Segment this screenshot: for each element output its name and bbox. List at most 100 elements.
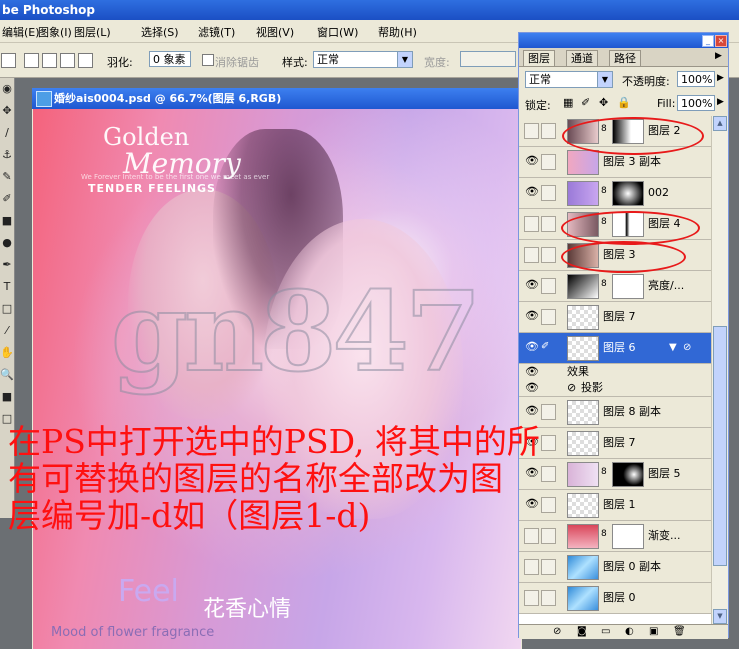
panel-menu-icon[interactable]: ▶ <box>715 51 722 61</box>
layer-thumbnail <box>567 400 599 425</box>
effect-drop-shadow-row[interactable]: 👁 ⊘ 投影 <box>519 380 711 397</box>
link-toggle[interactable] <box>541 123 556 139</box>
lock-all-icon[interactable]: 🔒 <box>617 96 631 109</box>
annotation-text: 在PS中打开选中的PSD, 将其中的所 有可替换的图层的名称全部改为图 层编号加… <box>8 422 540 535</box>
eye-icon[interactable]: 👁 <box>525 382 539 394</box>
chevron-down-icon: ▼ <box>597 72 612 87</box>
layer-row[interactable]: 👁 8 002 <box>519 178 711 209</box>
style-select[interactable]: 正常 ▼ <box>313 51 413 68</box>
feather-input[interactable]: 0 象素 <box>149 51 191 67</box>
link-toggle[interactable] <box>541 309 556 325</box>
width-input[interactable] <box>460 51 516 67</box>
add-selection-icon[interactable] <box>42 53 57 68</box>
document-title-bar[interactable]: 婚纱ais0004.psd @ 66.7%(图层 6,RGB) <box>32 88 522 109</box>
opacity-input[interactable]: 100% <box>677 71 715 87</box>
link-toggle[interactable] <box>541 404 556 420</box>
eye-icon[interactable]: 👁 <box>525 310 539 322</box>
intersect-selection-icon[interactable] <box>78 53 93 68</box>
menu-window[interactable]: 窗口(W) <box>317 24 358 40</box>
eye-icon[interactable]: 👁 <box>525 366 539 378</box>
menu-image[interactable]: 图象(I) <box>38 24 72 40</box>
layer-style-icon[interactable]: ⊘ <box>553 625 561 638</box>
eye-icon[interactable]: 👁 <box>525 186 539 198</box>
link-toggle[interactable] <box>541 247 556 263</box>
move-tool-icon[interactable]: ✥ <box>0 100 14 122</box>
add-mask-icon[interactable]: ◙ <box>577 625 587 638</box>
visibility-toggle[interactable] <box>524 216 539 232</box>
effects-toggle-icon[interactable]: ▼ <box>669 342 677 353</box>
mood-text: Mood of flower fragrance <box>51 625 215 640</box>
hand-tool-icon[interactable]: ✋ <box>0 342 14 364</box>
layer-row[interactable]: 👁 8 亮度/... <box>519 271 711 302</box>
antialias-checkbox[interactable] <box>202 54 214 66</box>
menu-help[interactable]: 帮助(H) <box>378 24 417 40</box>
link-toggle[interactable] <box>541 559 556 575</box>
history-brush-icon[interactable]: ✐ <box>0 188 14 210</box>
layer-name: 图层 0 副本 <box>603 560 661 573</box>
zoom-tool-icon[interactable]: 🔍 <box>0 364 14 386</box>
lock-label: 锁定: <box>525 99 551 112</box>
visibility-toggle[interactable] <box>524 123 539 139</box>
subtract-selection-icon[interactable] <box>60 53 75 68</box>
fill-input[interactable]: 100% <box>677 95 715 111</box>
lock-transparent-icon[interactable]: ▦ <box>563 96 573 109</box>
link-toggle[interactable] <box>541 185 556 201</box>
type-tool-icon[interactable]: T <box>0 276 14 298</box>
tab-layers[interactable]: 图层 <box>523 50 555 66</box>
tab-channels[interactable]: 通道 <box>566 50 598 66</box>
layer-thumbnail <box>567 305 599 330</box>
link-toggle[interactable] <box>541 590 556 606</box>
visibility-toggle[interactable] <box>524 559 539 575</box>
visibility-toggle[interactable] <box>524 590 539 606</box>
new-layer-icon[interactable]: ▣ <box>649 625 658 638</box>
visibility-toggle[interactable] <box>524 247 539 263</box>
menu-layer[interactable]: 图层(L) <box>74 24 111 40</box>
menu-edit[interactable]: 编辑(E) <box>2 24 40 40</box>
scroll-up-icon[interactable]: ▲ <box>713 116 727 131</box>
layer-row[interactable]: 图层 0 副本 <box>519 552 711 583</box>
opacity-arrow-icon[interactable]: ▶ <box>717 73 724 83</box>
blend-mode-select[interactable]: 正常 ▼ <box>525 71 613 88</box>
layer-row[interactable]: 👁 图层 7 <box>519 302 711 333</box>
menu-select[interactable]: 选择(S) <box>141 24 179 40</box>
tool-preset-icon[interactable] <box>1 53 16 68</box>
dodge-tool-icon[interactable]: ● <box>0 232 14 254</box>
minimize-icon[interactable]: _ <box>702 35 714 47</box>
effects-row[interactable]: 👁 效果 <box>519 364 711 380</box>
eye-icon[interactable]: 👁 <box>525 405 539 417</box>
shape-tool-icon[interactable]: □ <box>0 298 14 320</box>
eye-icon[interactable]: 👁 <box>525 279 539 291</box>
menu-view[interactable]: 视图(V) <box>256 24 294 40</box>
link-toggle[interactable] <box>541 278 556 294</box>
link-toggle[interactable] <box>541 154 556 170</box>
eyedropper-icon[interactable]: ⁄ <box>0 320 14 342</box>
scroll-down-icon[interactable]: ▼ <box>713 609 727 624</box>
lock-move-icon[interactable]: ✥ <box>599 96 608 109</box>
canvas[interactable]: Golden Memory We Forever Intent to be th… <box>33 109 521 649</box>
foreground-color-icon[interactable]: ■ <box>0 386 14 408</box>
close-icon[interactable]: × <box>715 35 727 47</box>
layers-scrollbar[interactable]: ▲ ▼ <box>711 116 728 624</box>
pencil-tool-icon[interactable]: ✎ <box>0 166 14 188</box>
new-set-icon[interactable]: ▭ <box>601 625 610 638</box>
eye-tool-icon[interactable]: ◉ <box>0 78 14 100</box>
lock-paint-icon[interactable]: ✐ <box>581 96 590 109</box>
menu-filter[interactable]: 滤镜(T) <box>198 24 235 40</box>
tab-paths[interactable]: 路径 <box>609 50 641 66</box>
eye-icon[interactable]: 👁 <box>525 341 539 353</box>
adjustment-layer-icon[interactable]: ◐ <box>625 625 634 638</box>
link-toggle[interactable] <box>541 216 556 232</box>
layer-row[interactable]: 图层 0 <box>519 583 711 614</box>
delete-layer-icon[interactable]: 🗑 <box>673 625 686 638</box>
new-selection-icon[interactable] <box>24 53 39 68</box>
layer-thumbnail <box>567 150 599 175</box>
layer-row-selected[interactable]: 👁 ✐ 图层 6 ▼ ⊘ <box>519 333 711 364</box>
fill-arrow-icon[interactable]: ▶ <box>717 97 724 107</box>
panel-header[interactable]: _ × <box>519 33 728 48</box>
brush-tool-icon[interactable]: ∕ <box>0 122 14 144</box>
eye-icon[interactable]: 👁 <box>525 155 539 167</box>
gradient-tool-icon[interactable]: ■ <box>0 210 14 232</box>
fill-label: Fill: <box>657 97 676 110</box>
pen-tool-icon[interactable]: ✒ <box>0 254 14 276</box>
stamp-tool-icon[interactable]: ⚓ <box>0 144 14 166</box>
